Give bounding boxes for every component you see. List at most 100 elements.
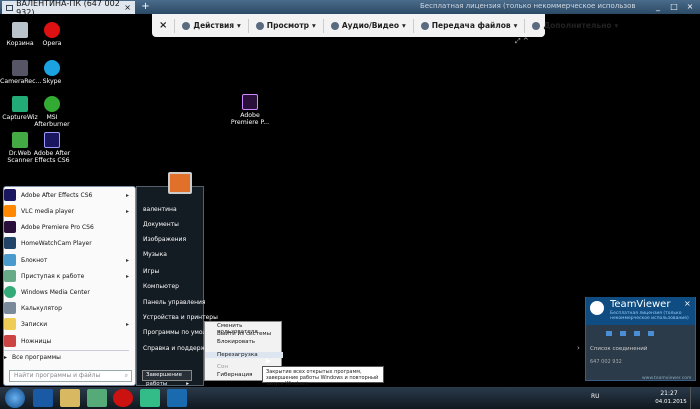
- taskbar-explorer-icon[interactable]: [60, 389, 80, 407]
- start-item-sticky-notes[interactable]: Записки ▸: [4, 317, 129, 331]
- toolbar-view[interactable]: Просмотр ▾: [249, 18, 324, 33]
- start-button[interactable]: [5, 388, 25, 408]
- toolbar-close-button[interactable]: ×: [152, 18, 176, 33]
- premiere-icon: [4, 221, 16, 233]
- eye-icon: [255, 21, 264, 30]
- desktop-icon-label: Корзина: [6, 40, 34, 47]
- phone-icon[interactable]: [620, 330, 626, 336]
- start-item-label: Приступая к работе: [21, 272, 85, 280]
- teamviewer-list-title: Список соединений: [590, 346, 648, 352]
- new-tab-button[interactable]: +: [140, 1, 151, 13]
- chevron-down-icon: ▾: [614, 21, 619, 30]
- license-text: Бесплатная лицензия (только некоммерческ…: [420, 2, 635, 10]
- toolbar-file-transfer[interactable]: Передача файлов ▾: [414, 18, 526, 33]
- teamviewer-action-bar: [586, 327, 695, 339]
- desktop-icon-after-effects[interactable]: Adobe After Effects CS6: [32, 132, 72, 164]
- desktop-icon-msi-afterburner[interactable]: MSI Afterburner: [32, 96, 72, 128]
- start-search-input[interactable]: Найти программы и файлы ⌕: [9, 370, 132, 382]
- sticky-notes-icon: [4, 318, 16, 330]
- clock-date[interactable]: 04.01.2015: [655, 399, 687, 405]
- start-item-calculator[interactable]: Калькулятор: [4, 301, 129, 315]
- plus-icon: [532, 21, 541, 30]
- mouse-cursor-icon: ➤: [264, 357, 272, 367]
- start-place-games[interactable]: Игры: [143, 268, 159, 275]
- start-item-media-center[interactable]: Windows Media Center: [4, 285, 129, 299]
- opera-icon: [44, 22, 60, 38]
- teamviewer-link[interactable]: www.teamviewer.com: [642, 376, 691, 381]
- desktop-icon-premiere[interactable]: Adobe Premiere P...: [230, 94, 270, 126]
- start-place-devices[interactable]: Устройства и принтеры: [143, 314, 218, 321]
- chevron-right-icon: ▸: [125, 191, 129, 199]
- start-item-getting-started[interactable]: Приступая к работе ▸: [4, 269, 129, 283]
- teamviewer-logo-icon: [590, 301, 604, 315]
- file-icon[interactable]: [648, 330, 654, 336]
- start-item-premiere[interactable]: Adobe Premiere Pro CS6: [4, 220, 129, 234]
- start-item-homewatchcam[interactable]: HomeWatchCam Player: [4, 236, 129, 250]
- taskbar-teamviewer-icon[interactable]: [167, 389, 187, 407]
- desktop-icon-label: Dr.Web Scanner: [7, 150, 33, 164]
- teamviewer-subtitle: Бесплатная лицензия (только некоммерческ…: [610, 311, 689, 321]
- toolbar-audio-video[interactable]: Аудио/Видео ▾: [324, 18, 414, 33]
- start-place-pictures[interactable]: Изображения: [143, 236, 186, 243]
- start-item-notepad[interactable]: Блокнот ▸: [4, 253, 129, 267]
- start-place-control-panel[interactable]: Панель управления: [143, 299, 206, 306]
- maximize-button[interactable]: □: [669, 2, 679, 12]
- taskbar-wmp-icon[interactable]: [87, 389, 107, 407]
- desktop-icon-label: Adobe Premiere P...: [230, 112, 270, 126]
- start-item-label: Ножницы: [21, 337, 52, 345]
- start-place-user[interactable]: валентина: [143, 206, 177, 213]
- minimize-button[interactable]: _: [653, 2, 663, 12]
- toolbar-extra[interactable]: Дополнительно ▾: [525, 19, 625, 33]
- start-place-help[interactable]: Справка и поддержка: [143, 345, 213, 352]
- speaker-icon: [330, 21, 339, 30]
- notepad-icon: [4, 254, 16, 266]
- shutdown-button[interactable]: Завершение работы ▸: [142, 370, 192, 387]
- chat-icon[interactable]: [634, 330, 640, 336]
- user-avatar[interactable]: [168, 172, 192, 194]
- chevron-down-icon: ▾: [513, 21, 518, 30]
- start-item-label: VLC media player: [21, 207, 75, 215]
- chevron-right-icon[interactable]: ›: [577, 344, 580, 352]
- show-desktop-button[interactable]: [690, 387, 700, 409]
- restart-tooltip: Закрытие всех открытых программ, заверше…: [262, 366, 384, 387]
- start-item-snipping-tool[interactable]: Ножницы: [4, 334, 129, 348]
- taskbar-ie-icon[interactable]: [33, 389, 53, 407]
- menu-log-off[interactable]: Выйти из системы: [205, 331, 283, 337]
- desktop-icon-skype[interactable]: Skype: [32, 60, 72, 85]
- start-item-vlc[interactable]: VLC media player ▸: [4, 204, 129, 218]
- start-place-music[interactable]: Музыка: [143, 251, 167, 258]
- teamviewer-connection-entry[interactable]: 647 002 932: [590, 359, 622, 365]
- recycle-bin-icon: [12, 22, 28, 38]
- calculator-icon: [4, 302, 16, 314]
- start-item-label: Калькулятор: [21, 304, 62, 312]
- menu-lock[interactable]: Блокировать: [205, 339, 283, 345]
- video-icon[interactable]: [606, 330, 612, 336]
- drweb-icon: [12, 132, 28, 148]
- start-item-after-effects[interactable]: Adobe After Effects CS6 ▸: [4, 188, 129, 202]
- chevron-down-icon: ▾: [401, 21, 406, 30]
- toolbar-actions[interactable]: Действия ▾: [175, 18, 249, 33]
- teamviewer-title: TeamViewer: [610, 299, 671, 310]
- start-item-label: Adobe Premiere Pro CS6: [21, 223, 94, 231]
- start-item-label: Adobe After Effects CS6: [21, 191, 93, 199]
- session-tab[interactable]: ВАЛЕНТИНА-ПК (647 002 932) ×: [2, 0, 135, 17]
- close-tab-icon[interactable]: ×: [124, 3, 131, 12]
- language-indicator[interactable]: RU: [591, 393, 600, 400]
- start-place-documents[interactable]: Документы: [143, 221, 179, 228]
- desktop-icon-label: Skype: [42, 78, 62, 85]
- taskbar-chrome-icon[interactable]: [140, 389, 160, 407]
- scissors-icon: [4, 335, 16, 347]
- after-effects-icon: [4, 189, 16, 201]
- start-place-computer[interactable]: Компьютер: [143, 283, 179, 290]
- desktop-icon-opera[interactable]: Opera: [32, 22, 72, 47]
- close-window-button[interactable]: ×: [685, 2, 695, 12]
- toolbar-pin-controls[interactable]: ⤢ ^: [515, 37, 545, 45]
- toolbar-view-label: Просмотр: [266, 21, 310, 30]
- close-icon[interactable]: ×: [684, 299, 691, 308]
- camera-icon: [12, 60, 28, 76]
- taskbar-opera-icon[interactable]: [113, 389, 133, 407]
- clock-time[interactable]: 21:27: [655, 390, 683, 397]
- lightning-icon: [182, 21, 191, 30]
- start-all-programs[interactable]: ▸ Все программы: [4, 350, 129, 364]
- start-item-label: Блокнот: [21, 256, 48, 264]
